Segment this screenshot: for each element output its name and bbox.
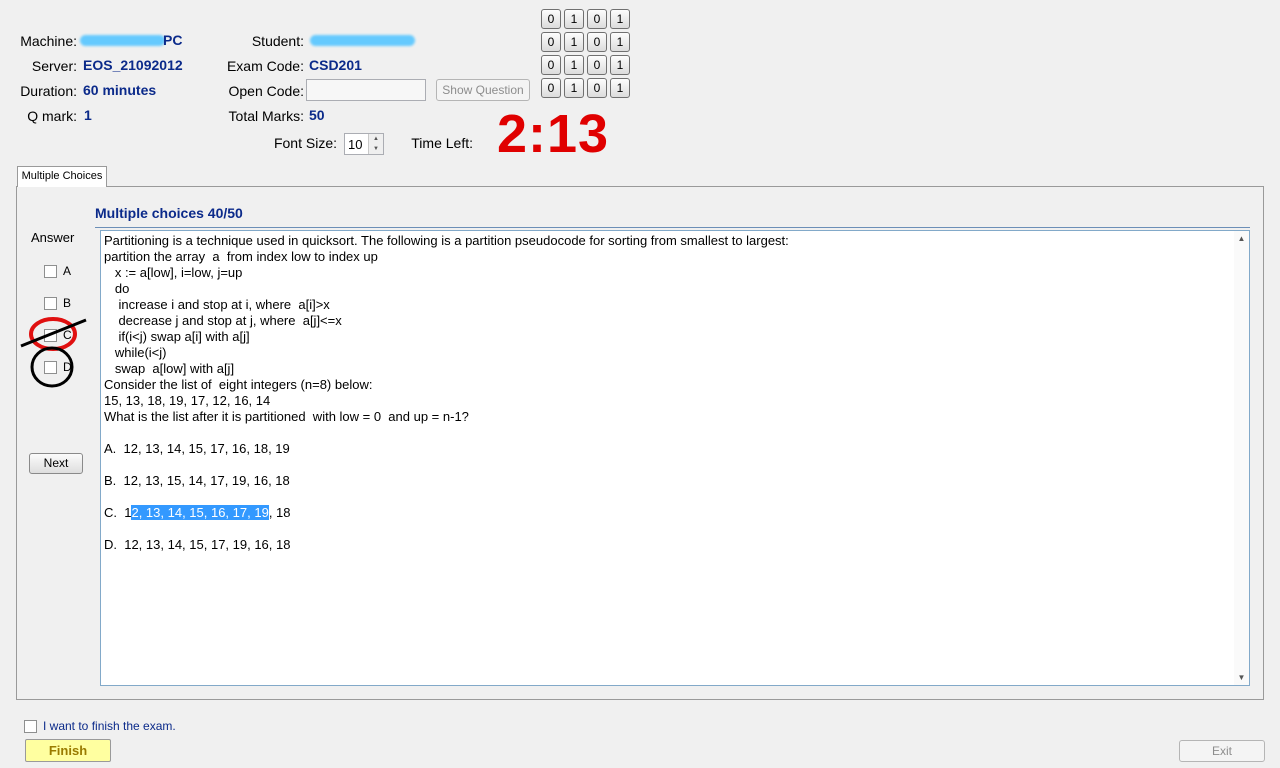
qmark-label: Q mark:	[27, 108, 77, 124]
bit-grid: 0 1 0 1 0 1 0 1 0 1 0 1 0 1 0 1	[541, 9, 633, 101]
option-c-prefix: C. 1	[104, 505, 132, 520]
bit-button[interactable]: 1	[610, 9, 630, 29]
redacted-student-blur	[310, 35, 415, 46]
finish-button[interactable]: Finish	[25, 739, 111, 762]
bit-button[interactable]: 1	[610, 32, 630, 52]
answer-checkbox-a[interactable]	[44, 265, 57, 278]
bit-button[interactable]: 1	[564, 55, 584, 75]
bit-button[interactable]: 0	[541, 32, 561, 52]
bit-button[interactable]: 1	[564, 32, 584, 52]
time-left-timer: 2:13	[497, 104, 610, 164]
question-textbox[interactable]: Partitioning is a technique used in quic…	[100, 230, 1250, 686]
font-size-spinner[interactable]: 10 ▲ ▼	[344, 133, 384, 155]
bit-button[interactable]: 0	[587, 78, 607, 98]
exam-code-value: CSD201	[309, 57, 362, 73]
option-d: D. 12, 13, 14, 15, 17, 19, 16, 18	[104, 537, 291, 552]
tab-multiple-choices[interactable]: Multiple Choices	[17, 166, 107, 187]
question-line: Consider the list of eight integers (n=8…	[104, 377, 373, 392]
answer-label: Answer	[31, 230, 75, 245]
finish-exam-checkbox-label: I want to finish the exam.	[43, 719, 176, 733]
question-line: swap a[low] with a[j]	[104, 361, 235, 376]
bit-button[interactable]: 1	[564, 9, 584, 29]
duration-value: 60 minutes	[83, 82, 157, 98]
question-line: decrease j and stop at j, where a[j]<=x	[104, 313, 342, 328]
annotation-marks	[20, 317, 87, 388]
bit-button[interactable]: 1	[564, 78, 584, 98]
option-c: C. 12, 13, 14, 15, 16, 17, 19, 18	[104, 505, 291, 521]
option-c-suffix: , 18	[268, 505, 291, 520]
answer-checkbox-b[interactable]	[44, 297, 57, 310]
exit-button[interactable]: Exit	[1179, 740, 1265, 762]
bit-button[interactable]: 1	[610, 55, 630, 75]
title-divider	[95, 227, 1250, 228]
bit-button[interactable]: 0	[541, 9, 561, 29]
server-label: Server:	[31, 58, 77, 74]
open-code-input[interactable]	[306, 79, 426, 101]
question-line: if(i<j) swap a[i] with a[j]	[104, 329, 250, 344]
spin-up-icon[interactable]: ▲	[369, 134, 383, 144]
option-a: A. 12, 13, 14, 15, 17, 16, 18, 19	[104, 441, 290, 456]
font-size-value: 10	[348, 137, 363, 152]
vertical-scrollbar[interactable]: ▲ ▼	[1234, 231, 1249, 685]
redacted-machine-blur	[80, 35, 165, 46]
question-line: while(i<j)	[104, 345, 167, 360]
machine-label: Machine:	[20, 33, 77, 49]
answer-label-b: B	[63, 296, 72, 310]
total-marks-label: Total Marks:	[228, 108, 304, 124]
student-label: Student:	[251, 33, 304, 49]
total-marks-value: 50	[309, 107, 325, 123]
show-question-button[interactable]: Show Question	[436, 79, 530, 101]
answer-label-a: A	[63, 264, 72, 278]
bit-button[interactable]: 0	[587, 32, 607, 52]
font-size-label: Font Size:	[273, 135, 337, 151]
question-line: x := a[low], i=low, j=up	[104, 265, 243, 280]
bit-button[interactable]: 0	[541, 55, 561, 75]
next-button[interactable]: Next	[29, 453, 83, 474]
scroll-up-icon[interactable]: ▲	[1234, 234, 1249, 243]
exam-code-label: Exam Code:	[226, 58, 304, 74]
bit-button[interactable]: 0	[587, 9, 607, 29]
server-value: EOS_21092012	[83, 57, 183, 73]
option-b: B. 12, 13, 15, 14, 17, 19, 16, 18	[104, 473, 290, 488]
scroll-down-icon[interactable]: ▼	[1234, 673, 1249, 682]
finish-exam-checkbox[interactable]	[24, 720, 37, 733]
black-circle-annotation	[30, 346, 74, 388]
bit-button[interactable]: 0	[541, 78, 561, 98]
open-code-label: Open Code:	[228, 83, 305, 99]
question-line: do	[104, 281, 130, 296]
spinner-arrows[interactable]: ▲ ▼	[368, 134, 383, 154]
question-line: Partitioning is a technique used in quic…	[104, 233, 789, 248]
bit-button[interactable]: 1	[610, 78, 630, 98]
duration-label: Duration:	[20, 83, 77, 99]
time-left-label: Time Left:	[411, 135, 473, 151]
question-line: 15, 13, 18, 19, 17, 12, 16, 14	[104, 393, 271, 408]
question-line: increase i and stop at i, where a[i]>x	[104, 297, 330, 312]
question-line: What is the list after it is partitioned…	[104, 409, 469, 424]
question-title: Multiple choices 40/50	[95, 205, 243, 221]
machine-value: PC	[163, 32, 183, 48]
question-line: partition the array a from index low to …	[104, 249, 378, 264]
qmark-value: 1	[84, 107, 92, 123]
spin-down-icon[interactable]: ▼	[369, 144, 383, 154]
bit-button[interactable]: 0	[587, 55, 607, 75]
text-selection: 2, 13, 14, 15, 16, 17, 19	[131, 505, 269, 520]
